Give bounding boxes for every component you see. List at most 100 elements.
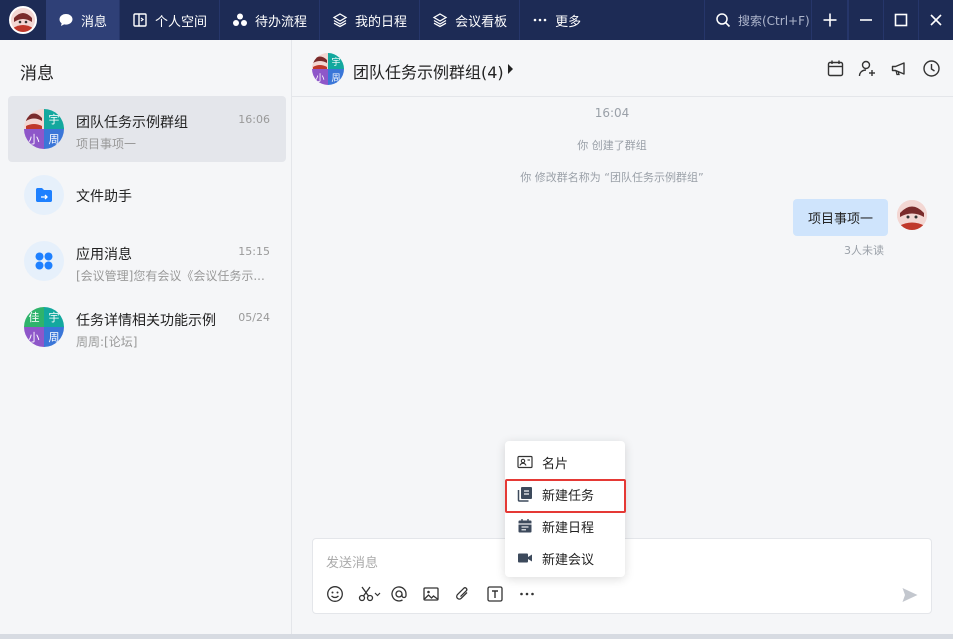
- member-initial: 佳: [24, 307, 44, 327]
- member-initial: 宇: [328, 53, 344, 69]
- conversation-name: 文件助手: [76, 189, 132, 205]
- close-window-button[interactable]: [918, 0, 953, 40]
- user-avatar[interactable]: [9, 6, 37, 34]
- conversation-time: 15:15: [238, 245, 270, 258]
- composer-toolbar: [326, 585, 550, 603]
- text-format-icon[interactable]: [486, 585, 518, 603]
- more-icon: [532, 12, 548, 28]
- menu-item-label: 新建会议: [542, 552, 595, 568]
- file-assistant-avatar: [24, 175, 64, 215]
- top-navigation-bar: 消息 个人空间 待办流程 我的日程 会议看板 更多 搜索(Ctrl+F): [0, 0, 953, 40]
- tab-label: 消息: [81, 14, 108, 30]
- conversation-time: 05/24: [238, 311, 270, 324]
- menu-item-new-schedule[interactable]: 新建日程: [505, 511, 625, 541]
- chat-group-avatar[interactable]: 宇 小 周: [312, 53, 344, 85]
- menu-item-label: 名片: [542, 456, 569, 472]
- tab-meeting-board[interactable]: 会议看板: [420, 0, 521, 40]
- menu-item-business-card[interactable]: 名片: [505, 447, 625, 477]
- calendar-icon[interactable]: [826, 59, 845, 78]
- tab-label: 待办流程: [255, 14, 308, 30]
- conversation-time: 16:06: [238, 113, 270, 126]
- send-icon[interactable]: [901, 586, 919, 604]
- member-initial: 宇: [44, 109, 64, 129]
- layers-icon: [332, 12, 348, 28]
- workflow-icon: [232, 12, 248, 28]
- app-messages-avatar: [24, 241, 64, 281]
- conversation-item-task-detail-demo[interactable]: 佳 宇 小 周 任务详情相关功能示例 05/24 周周:[论坛]: [8, 294, 286, 360]
- layers-icon: [432, 12, 448, 28]
- minimize-icon: [859, 13, 873, 27]
- conversation-preview: [会议管理]您有会议《会议任务示...: [76, 269, 265, 283]
- member-initial: 小: [24, 129, 44, 149]
- global-search[interactable]: 搜索(Ctrl+F): [704, 0, 811, 40]
- conversation-item-team-task-group[interactable]: 宇 小 周 团队任务示例群组 16:06 项目事项一: [8, 96, 286, 162]
- tab-label: 更多: [555, 14, 582, 30]
- emoji-icon[interactable]: [326, 585, 358, 603]
- menu-item-new-meeting[interactable]: 新建会议: [505, 543, 625, 573]
- video-icon: [517, 550, 533, 566]
- member-initial: 宇: [44, 307, 64, 327]
- conversation-name: 任务详情相关功能示例: [76, 313, 216, 329]
- calendar-icon: [517, 518, 533, 534]
- tab-personal-space[interactable]: 个人空间: [120, 0, 221, 40]
- apps-grid-icon: [34, 251, 54, 271]
- maximize-button[interactable]: [883, 0, 918, 40]
- member-initial: 周: [328, 69, 344, 85]
- search-icon: [715, 12, 731, 28]
- add-member-icon[interactable]: [858, 59, 877, 78]
- tab-messages[interactable]: 消息: [46, 0, 121, 40]
- sidebar-title: 消息: [20, 64, 54, 84]
- history-clock-icon[interactable]: [922, 59, 941, 78]
- caret-right-icon[interactable]: [508, 64, 513, 74]
- plus-icon: [822, 12, 838, 28]
- contact-card-icon: [517, 454, 533, 470]
- tab-label: 个人空间: [155, 14, 208, 30]
- tab-label: 会议看板: [455, 14, 508, 30]
- member-initial: 小: [24, 327, 44, 347]
- minimize-button[interactable]: [848, 0, 883, 40]
- window-bottom-edge: [0, 634, 953, 639]
- member-initial: 周: [44, 327, 64, 347]
- task-icon: [517, 486, 533, 502]
- screenshot-scissors-icon[interactable]: [358, 585, 390, 603]
- chat-title[interactable]: 团队任务示例群组(4): [353, 59, 504, 83]
- image-icon[interactable]: [422, 585, 454, 603]
- system-message: 你 修改群名称为 “团队任务示例群组”: [520, 171, 704, 184]
- conversation-name: 团队任务示例群组: [76, 115, 188, 131]
- system-message: 你 创建了群组: [577, 139, 647, 152]
- search-placeholder: 搜索(Ctrl+F): [738, 13, 810, 28]
- conversation-item-file-assistant[interactable]: 文件助手: [8, 162, 286, 228]
- maximize-icon: [894, 13, 908, 27]
- sender-avatar[interactable]: [897, 200, 927, 230]
- group-avatar: 佳 宇 小 周: [24, 307, 64, 347]
- conversation-name: 应用消息: [76, 247, 132, 263]
- megaphone-icon[interactable]: [890, 59, 909, 78]
- conversation-preview: 周周:[论坛]: [76, 335, 138, 349]
- tab-workflow[interactable]: 待办流程: [220, 0, 321, 40]
- tab-my-schedule[interactable]: 我的日程: [320, 0, 421, 40]
- mention-icon[interactable]: [390, 585, 422, 603]
- group-avatar: 宇 小 周: [24, 109, 64, 149]
- member-initial: 周: [44, 129, 64, 149]
- member-avatar-image: [24, 109, 44, 129]
- create-plus-button[interactable]: [811, 0, 848, 40]
- user-avatar-container[interactable]: [0, 0, 46, 40]
- folder-icon: [35, 187, 53, 203]
- conversation-item-app-messages[interactable]: 应用消息 15:15 [会议管理]您有会议《会议任务示...: [8, 228, 286, 294]
- message-input-placeholder: 发送消息: [326, 556, 379, 571]
- book-icon: [132, 12, 148, 28]
- menu-item-label: 新建任务: [542, 488, 595, 504]
- conversation-sidebar: 消息 宇 小 周 团队任务示例群组 16:06 项目事项一 文件助手 应用消息 …: [0, 40, 292, 634]
- tab-more[interactable]: 更多: [520, 0, 593, 40]
- read-status[interactable]: 3人未读: [844, 242, 884, 258]
- more-tools-popup-menu: 名片 新建任务 新建日程 新建会议: [505, 441, 625, 577]
- chat-bubble-icon: [58, 12, 74, 28]
- menu-item-new-task[interactable]: 新建任务: [505, 479, 625, 509]
- system-time: 16:04: [594, 106, 630, 120]
- menu-item-label: 新建日程: [542, 520, 595, 536]
- more-tools-icon[interactable]: [518, 585, 550, 603]
- member-initial: 小: [312, 69, 328, 85]
- message-bubble[interactable]: 项目事项一: [793, 199, 888, 236]
- member-avatar-image: [312, 53, 328, 69]
- attachment-icon[interactable]: [454, 585, 486, 603]
